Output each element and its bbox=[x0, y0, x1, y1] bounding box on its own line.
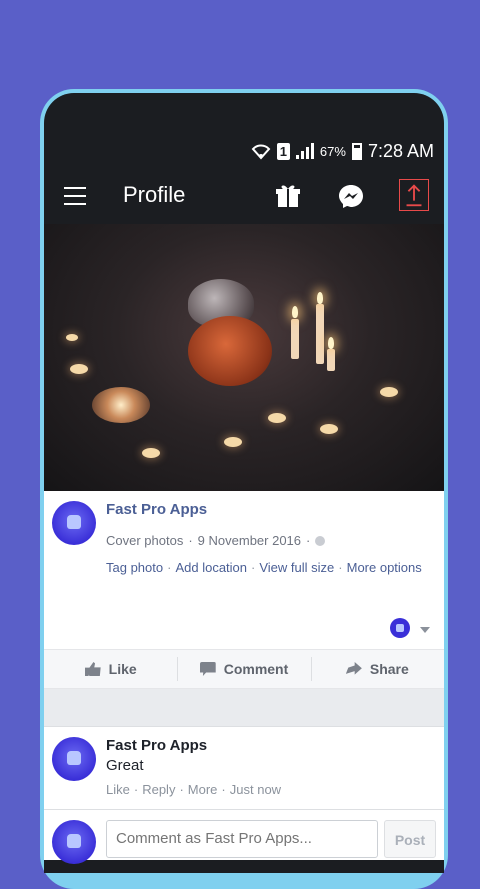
comment-button[interactable]: Comment bbox=[177, 650, 310, 688]
sim-icon: 1 bbox=[276, 142, 290, 160]
chevron-down-icon[interactable] bbox=[420, 627, 430, 633]
post-author[interactable]: Fast Pro Apps bbox=[106, 501, 207, 518]
post-options: Tag photo · Add location · View full size ·… bbox=[106, 560, 422, 575]
comment-author[interactable]: Fast Pro Apps bbox=[106, 737, 207, 754]
avatar[interactable] bbox=[52, 501, 96, 545]
comment-like-link[interactable]: Like bbox=[106, 782, 130, 797]
viewer-avatar[interactable] bbox=[390, 618, 410, 638]
toolbar: Profile bbox=[44, 173, 444, 219]
comment-item: Fast Pro Apps Great Like · Reply · More · J… bbox=[44, 726, 444, 809]
status-bar: 1 67% 7:28 AM bbox=[251, 137, 434, 165]
menu-icon[interactable] bbox=[64, 187, 86, 205]
battery-percent: 67% bbox=[319, 143, 346, 159]
comment-reply-link[interactable]: Reply bbox=[142, 782, 175, 797]
more-options-link[interactable]: More options bbox=[347, 560, 422, 575]
comment-composer: Post bbox=[44, 809, 444, 864]
post-header: Fast Pro Apps Cover photos · 9 November 2… bbox=[44, 491, 444, 649]
post-actions: Like Comment Share bbox=[44, 649, 444, 689]
app-screen: 1 67% 7:28 AM Profile Fast Pro Apps Cove… bbox=[44, 93, 444, 873]
tag-photo-link[interactable]: Tag photo bbox=[106, 560, 163, 575]
comment-icon bbox=[199, 662, 216, 676]
cover-photo[interactable] bbox=[44, 224, 444, 491]
share-button[interactable]: Share bbox=[310, 650, 444, 688]
avatar[interactable] bbox=[52, 820, 96, 864]
comment-more-link[interactable]: More bbox=[188, 782, 218, 797]
add-location-link[interactable]: Add location bbox=[175, 560, 247, 575]
post-album-link[interactable]: Cover photos bbox=[106, 533, 183, 548]
globe-icon bbox=[315, 535, 326, 546]
post-comment-button[interactable]: Post bbox=[384, 820, 436, 858]
messenger-icon[interactable] bbox=[338, 183, 364, 209]
upload-icon[interactable] bbox=[399, 179, 429, 211]
signal-icon bbox=[295, 143, 314, 159]
avatar[interactable] bbox=[52, 737, 96, 781]
battery-icon bbox=[351, 142, 362, 160]
page-title: Profile bbox=[123, 182, 186, 207]
post-date[interactable]: 9 November 2016 bbox=[198, 533, 301, 548]
comment-actions: Like · Reply · More · Just now bbox=[106, 782, 282, 797]
post-card: Fast Pro Apps Cover photos · 9 November 2… bbox=[44, 491, 444, 864]
like-button[interactable]: Like bbox=[44, 650, 177, 688]
view-full-size-link[interactable]: View full size bbox=[259, 560, 334, 575]
comment-timestamp: Just now bbox=[229, 782, 282, 797]
comment-text: Great bbox=[106, 757, 144, 774]
share-icon bbox=[345, 662, 362, 675]
gift-icon[interactable] bbox=[276, 183, 300, 209]
clock: 7:28 AM bbox=[367, 140, 434, 161]
post-meta: Cover photos · 9 November 2016 · bbox=[106, 533, 326, 548]
wifi-icon bbox=[251, 144, 271, 160]
comment-input[interactable] bbox=[106, 820, 378, 858]
thumbs-up-icon bbox=[84, 662, 101, 676]
